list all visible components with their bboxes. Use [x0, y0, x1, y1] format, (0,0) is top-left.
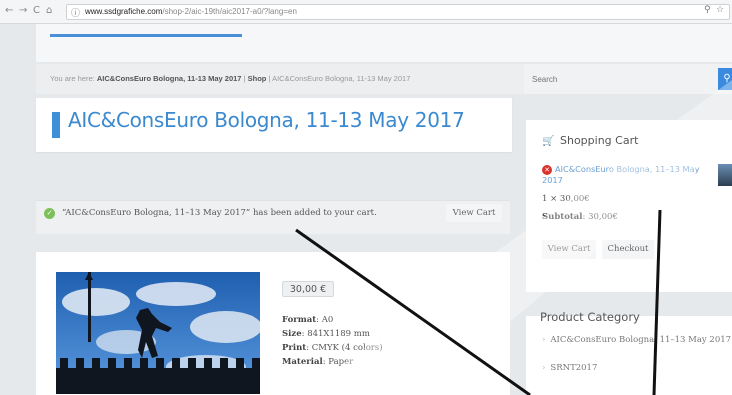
meta-label: Print: [282, 343, 307, 353]
poster-illustration: [56, 272, 260, 394]
meta-format: Format: A0: [282, 315, 334, 325]
product-category-widget: [526, 316, 732, 395]
header-accent-line: [50, 34, 242, 37]
meta-material: Material: Paper: [282, 357, 354, 367]
url-path: /shop-2/aic-19th/aic2017-a0/?lang=en: [162, 7, 297, 16]
breadcrumb-link-event[interactable]: AIC&ConsEuro Bologna, 11-13 May 2017: [97, 74, 242, 83]
title-marker: [52, 112, 60, 138]
meta-value: CMYK (4 colors): [311, 343, 383, 353]
back-icon[interactable]: ←: [5, 5, 13, 16]
notice-view-cart-button[interactable]: View Cart: [446, 204, 502, 222]
meta-size: Size: 841X1189 mm: [282, 329, 370, 339]
subtotal-label: Subtotal: [542, 212, 583, 222]
reload-icon[interactable]: C: [33, 5, 40, 16]
check-icon: ✓: [44, 208, 55, 219]
price-badge: 30,00 €: [282, 281, 334, 297]
category-item[interactable]: › AIC&ConsEuro Bologna, 11–13 May 2017: [542, 335, 731, 345]
search-button[interactable]: ⚲: [718, 68, 732, 90]
breadcrumb: You are here: AIC&ConsEuro Bologna, 11-1…: [50, 74, 410, 83]
breadcrumb-separator: |: [268, 74, 271, 83]
view-cart-button[interactable]: View Cart: [542, 240, 596, 259]
url-text: www.ssdgrafiche.com/shop-2/aic-19th/aic2…: [85, 7, 297, 16]
remove-item-icon[interactable]: ✕: [542, 165, 552, 175]
address-bar[interactable]: ⓘ www.ssdgrafiche.com/shop-2/aic-19th/ai…: [66, 4, 730, 20]
meta-label: Material: [282, 357, 323, 367]
url-host: www.ssdgrafiche.com: [85, 7, 163, 16]
checkout-button[interactable]: Checkout: [602, 240, 654, 259]
chevron-right-icon: ›: [542, 335, 546, 345]
page-title: AIC&ConsEuro Bologna, 11-13 May 2017: [68, 108, 465, 132]
meta-value: A0: [321, 315, 334, 325]
category-item[interactable]: › SRNT2017: [542, 363, 597, 373]
category-label: AIC&ConsEuro Bologna, 11–13 May 2017: [550, 335, 732, 345]
breadcrumb-prefix: You are here:: [50, 74, 95, 83]
cart-title: Shopping Cart: [560, 134, 639, 147]
search-icon: ⚲: [723, 73, 731, 84]
cart-icon: 🛒: [542, 136, 555, 147]
forward-icon[interactable]: →: [19, 5, 27, 16]
star-icon[interactable]: ☆: [716, 5, 724, 15]
meta-label: Format: [282, 315, 317, 325]
breadcrumb-current: AIC&ConsEuro Bologna, 11-13 May 2017: [272, 74, 411, 83]
cart-quantity: 1 × 30,00€: [542, 194, 590, 204]
breadcrumb-separator: |: [243, 74, 246, 83]
header-strip: [36, 24, 732, 62]
browser-toolbar: ← → C ⌂ ⓘ www.ssdgrafiche.com/shop-2/aic…: [0, 0, 732, 24]
chevron-right-icon: ›: [542, 363, 546, 373]
home-icon[interactable]: ⌂: [46, 5, 52, 16]
info-icon[interactable]: ⓘ: [71, 6, 80, 19]
subtotal-value: 30,00€: [588, 212, 618, 222]
notice-message: “AIC&ConsEuro Bologna, 11–13 May 2017” h…: [62, 208, 377, 218]
magnifier-icon[interactable]: ⚲: [704, 5, 711, 15]
meta-value: Paper: [328, 357, 354, 367]
search-input[interactable]: [532, 70, 718, 88]
cart-item-link[interactable]: AIC&ConsEuro Bologna, 11–13 May 2017: [542, 164, 714, 186]
meta-label: Size: [282, 329, 302, 339]
cart-subtotal: Subtotal: 30,00€: [542, 212, 618, 222]
category-title: Product Category: [540, 310, 640, 324]
category-label: SRNT2017: [550, 363, 598, 373]
product-image[interactable]: [56, 272, 260, 394]
breadcrumb-link-shop[interactable]: Shop: [248, 74, 267, 83]
meta-print: Print: CMYK (4 colors): [282, 343, 383, 353]
cart-item-thumbnail[interactable]: [718, 164, 732, 186]
meta-value: 841X1189 mm: [307, 329, 370, 339]
